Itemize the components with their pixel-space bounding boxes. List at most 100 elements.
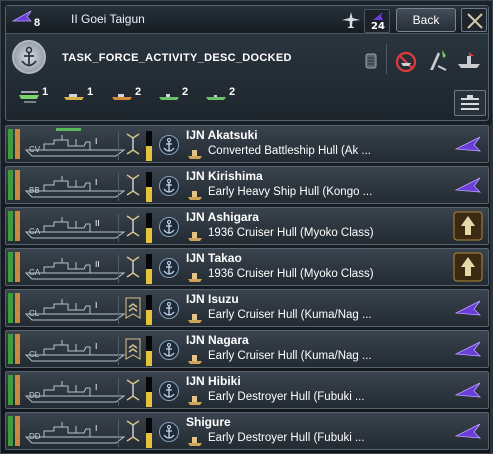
strength-bar [8, 129, 13, 159]
fleet-list-icon [461, 95, 479, 110]
ship-class-label: DD [29, 391, 41, 400]
organization-bar [15, 334, 20, 364]
ship-row[interactable]: DD I Shigure Early Destroyer Hull (Fubuk… [5, 412, 489, 450]
ship-row[interactable]: CV I IJN Akatsuki Converted Battleship H… [5, 125, 489, 163]
ship-row[interactable]: BB I IJN Kirishima Early Heavy Ship Hull… [5, 166, 489, 204]
strength-bar [8, 211, 13, 241]
fleet-flag-icon[interactable] [453, 375, 483, 405]
role-icon[interactable] [124, 419, 142, 443]
fleet-flag-count: 8 [34, 17, 41, 29]
strength-bar [8, 293, 13, 323]
header-separator [386, 44, 387, 74]
carrier-ship-icon [19, 91, 39, 103]
anchor-icon [159, 258, 179, 278]
anchor-icon [159, 299, 179, 319]
composition-cl-count: 2 [182, 86, 189, 98]
fleet-flag-icon[interactable] [453, 416, 483, 446]
experience-fill [146, 351, 152, 366]
experience-fill [146, 433, 152, 448]
ship-rank: II [95, 260, 100, 269]
fuel-icon [365, 53, 377, 69]
ship-name: IJN Akatsuki [186, 128, 258, 142]
docked-anchor-icon [12, 40, 46, 74]
hull-design-icon [188, 150, 202, 159]
ship-rank: I [95, 301, 98, 310]
strike-force-icon[interactable] [426, 46, 450, 74]
role-icon[interactable] [124, 378, 142, 402]
experience-fill [146, 392, 152, 407]
fleet-flag-icon[interactable] [453, 170, 483, 200]
carrier-count-box[interactable]: 24 [364, 9, 390, 33]
composition-bc-count: 1 [87, 86, 94, 98]
fleet-flag-icon[interactable] [453, 293, 483, 323]
naval-mission-icon[interactable] [456, 48, 482, 72]
carrier-count: 24 [371, 21, 385, 32]
hull-design-icon [188, 314, 202, 323]
role-icon[interactable] [124, 255, 142, 279]
repair-priority-icon[interactable] [453, 252, 483, 282]
experience-fill [146, 228, 152, 243]
air-support-plane-icon[interactable] [340, 10, 362, 30]
organization-bar [15, 293, 20, 323]
back-button[interactable]: Back [396, 8, 456, 32]
ship-name: IJN Hibiki [186, 374, 241, 388]
no-mission-icon[interactable] [394, 50, 418, 74]
role-icon[interactable] [124, 132, 142, 156]
strength-bar [8, 252, 13, 282]
ship-hull: 1936 Cruiser Hull (Myoko Class) [208, 268, 374, 280]
ship-rank: II [95, 219, 100, 228]
ship-hull: 1936 Cruiser Hull (Myoko Class) [208, 227, 374, 239]
anchor-icon [159, 217, 179, 237]
experience-fill [146, 310, 152, 325]
ship-rank: I [95, 383, 98, 392]
strength-bar [8, 375, 13, 405]
ship-class-label: BB [29, 186, 40, 195]
hull-design-icon [188, 273, 202, 282]
organization-bar [15, 211, 20, 241]
anchor-icon [159, 176, 179, 196]
ship-row[interactable]: CL I IJN Nagara Early Cruiser Hull (Kuma… [5, 330, 489, 368]
convoy-escort-role-icon[interactable] [124, 337, 142, 361]
ship-row[interactable]: CL I IJN Isuzu Early Cruiser Hull (Kuma/… [5, 289, 489, 327]
ship-class-label: DD [29, 432, 41, 441]
task-force-header: 8 II Goei Taigun 24 Back TASK_FORCE_ACTI… [5, 5, 489, 121]
organization-bar [15, 416, 20, 446]
fleet-flag-icon[interactable] [453, 129, 483, 159]
fleet-flag[interactable]: 8 [10, 9, 50, 31]
hull-design-icon [188, 191, 202, 200]
ship-hull: Early Cruiser Hull (Kuma/Nag ... [208, 350, 372, 362]
ship-name: IJN Kirishima [186, 169, 263, 183]
fleet-flag-icon[interactable] [453, 334, 483, 364]
convoy-escort-role-icon[interactable] [124, 296, 142, 320]
close-icon [467, 13, 483, 29]
row-separator [118, 214, 119, 242]
close-button[interactable] [461, 8, 487, 32]
hull-design-icon [188, 396, 202, 405]
role-icon[interactable] [124, 173, 142, 197]
ship-class-label: CV [29, 145, 41, 154]
ship-row[interactable]: CA II IJN Ashigara 1936 Cruiser Hull (My… [5, 207, 489, 245]
destroyer-icon [206, 95, 226, 100]
row-separator [118, 337, 119, 365]
ship-row[interactable]: CA II IJN Takao 1936 Cruiser Hull (Myoko… [5, 248, 489, 286]
strength-bar [8, 170, 13, 200]
battlecruiser-icon [64, 94, 84, 100]
ship-class-label: CA [29, 227, 41, 236]
anchor-icon [159, 340, 179, 360]
experience-fill [146, 269, 152, 284]
anchor-icon [159, 422, 179, 442]
task-force-name[interactable]: II Goei Taigun [71, 12, 145, 26]
ship-class-label: CL [29, 350, 40, 359]
role-icon[interactable] [124, 214, 142, 238]
row-separator [118, 419, 119, 447]
fleet-flag-icon [12, 10, 32, 22]
composition-cv-count: 1 [42, 86, 49, 98]
strength-bar [8, 334, 13, 364]
hull-design-icon [188, 437, 202, 446]
ship-row[interactable]: DD I IJN Hibiki Early Destroyer Hull (Fu… [5, 371, 489, 409]
ship-rank: I [95, 178, 98, 187]
fleet-overview-button[interactable] [454, 90, 486, 116]
organization-bar [15, 129, 20, 159]
ship-hull: Early Destroyer Hull (Fubuki ... [208, 432, 365, 444]
repair-priority-icon[interactable] [453, 211, 483, 241]
